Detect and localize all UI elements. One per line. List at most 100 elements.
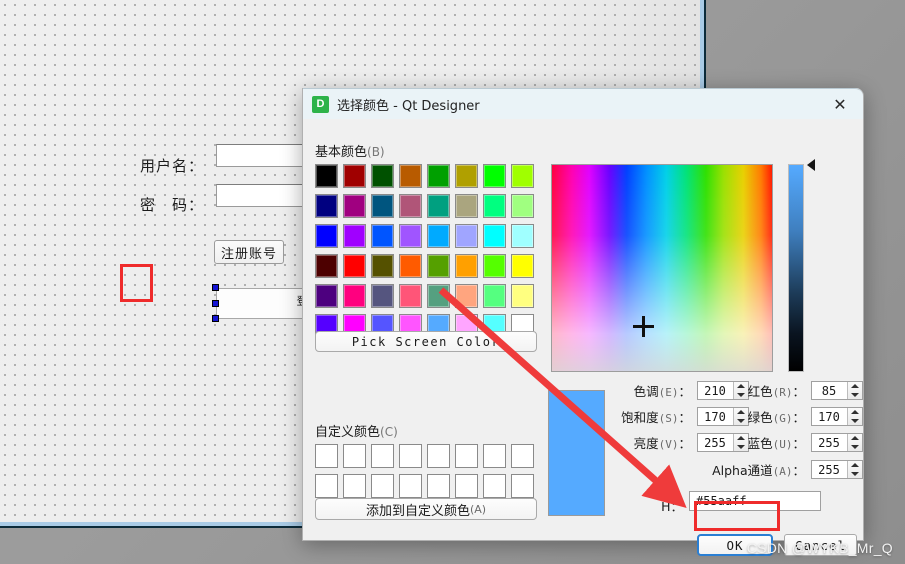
basic-colors-text: 基本颜色 — [315, 145, 368, 160]
basic-color-swatch[interactable] — [315, 254, 338, 278]
color-crosshair-icon[interactable] — [633, 316, 654, 337]
username-label: 用户名： — [140, 157, 205, 175]
basic-color-swatch[interactable] — [483, 164, 506, 188]
basic-color-swatch[interactable] — [427, 254, 450, 278]
red-value: 85 — [821, 383, 837, 398]
alpha-spinbox[interactable]: 255 — [811, 460, 863, 479]
dialog-titlebar[interactable]: D 选择颜色 - Qt Designer ✕ — [303, 88, 863, 119]
basic-color-swatch[interactable] — [511, 254, 534, 278]
custom-color-swatch[interactable] — [315, 474, 338, 498]
resize-handle-top-left[interactable] — [212, 284, 219, 291]
basic-color-swatch[interactable] — [455, 194, 478, 218]
basic-color-swatch[interactable] — [427, 284, 450, 308]
basic-color-swatch[interactable] — [511, 284, 534, 308]
basic-color-swatch[interactable] — [511, 164, 534, 188]
basic-color-swatch[interactable] — [483, 284, 506, 308]
custom-color-swatch[interactable] — [371, 444, 394, 468]
custom-color-swatch[interactable] — [483, 444, 506, 468]
basic-color-swatch[interactable] — [315, 164, 338, 188]
red-stepper[interactable] — [847, 382, 862, 399]
basic-color-swatch[interactable] — [399, 224, 422, 248]
field-hue-label: 色调(E)： — [633, 384, 691, 399]
basic-colors-grid[interactable] — [315, 164, 534, 343]
blue-stepper[interactable] — [847, 434, 862, 451]
custom-color-swatch[interactable] — [399, 474, 422, 498]
red-spinbox[interactable]: 85 — [811, 381, 863, 400]
add-to-custom-colors-button[interactable]: 添加到自定义颜色 (A) — [315, 498, 537, 520]
close-icon[interactable]: ✕ — [817, 89, 863, 120]
green-stepper[interactable] — [847, 408, 862, 425]
resize-handle-middle-left[interactable] — [212, 300, 219, 307]
basic-color-swatch[interactable] — [483, 194, 506, 218]
basic-color-swatch[interactable] — [455, 224, 478, 248]
basic-color-swatch[interactable] — [315, 194, 338, 218]
field-blue: 蓝色(U)： 255 — [733, 433, 863, 452]
selected-widget[interactable]: 登 — [216, 288, 312, 319]
custom-color-swatch[interactable] — [427, 444, 450, 468]
basic-color-swatch[interactable] — [343, 284, 366, 308]
html-label-suffix: ： — [670, 499, 683, 514]
blue-value: 255 — [818, 435, 840, 450]
custom-colors-grid[interactable] — [315, 444, 534, 498]
alpha-stepper[interactable] — [847, 461, 862, 478]
resize-handle-bottom-left[interactable] — [212, 315, 219, 322]
blue-spinbox[interactable]: 255 — [811, 433, 863, 452]
basic-color-swatch[interactable] — [343, 194, 366, 218]
basic-color-swatch[interactable] — [343, 254, 366, 278]
basic-color-swatch[interactable] — [483, 224, 506, 248]
basic-color-swatch[interactable] — [371, 164, 394, 188]
basic-color-swatch[interactable] — [511, 194, 534, 218]
field-saturation-label: 饱和度(S)： — [621, 410, 691, 425]
custom-colors-text: 自定义颜色 — [315, 425, 381, 440]
field-value: 亮度(V)： 255 — [619, 433, 749, 452]
basic-color-swatch[interactable] — [399, 164, 422, 188]
html-color-input[interactable]: #55aaff — [689, 491, 821, 511]
custom-color-swatch[interactable] — [371, 474, 394, 498]
basic-color-swatch[interactable] — [399, 194, 422, 218]
custom-colors-mnemonic: (C) — [380, 425, 398, 439]
custom-color-swatch[interactable] — [315, 444, 338, 468]
custom-color-swatch[interactable] — [399, 444, 422, 468]
basic-color-swatch[interactable] — [455, 164, 478, 188]
basic-color-swatch[interactable] — [315, 284, 338, 308]
basic-color-swatch[interactable] — [371, 194, 394, 218]
basic-color-swatch[interactable] — [371, 254, 394, 278]
basic-color-swatch[interactable] — [371, 224, 394, 248]
basic-colors-label: 基本颜色(B) — [315, 141, 385, 160]
basic-color-swatch[interactable] — [343, 164, 366, 188]
custom-color-swatch[interactable] — [511, 474, 534, 498]
basic-color-swatch[interactable] — [315, 224, 338, 248]
watermark: CSDN @WYKB_Mr_Q — [746, 540, 893, 556]
dialog-title: 选择颜色 - Qt Designer — [337, 98, 480, 114]
basic-color-swatch[interactable] — [427, 164, 450, 188]
custom-color-swatch[interactable] — [343, 444, 366, 468]
password-label: 密 码： — [140, 196, 205, 214]
custom-color-swatch[interactable] — [455, 444, 478, 468]
qt-designer-icon: D — [312, 95, 329, 113]
basic-color-swatch[interactable] — [343, 224, 366, 248]
pick-screen-color-button[interactable]: Pick Screen Color — [315, 331, 537, 352]
custom-color-swatch[interactable] — [483, 474, 506, 498]
value-value: 255 — [704, 435, 726, 450]
basic-color-swatch[interactable] — [371, 284, 394, 308]
basic-color-swatch[interactable] — [399, 254, 422, 278]
dialog-body: 基本颜色(B) Pick Screen Color 自定义颜色(C) 添加到自定… — [303, 119, 863, 556]
custom-color-swatch[interactable] — [427, 474, 450, 498]
basic-color-swatch[interactable] — [399, 284, 422, 308]
field-saturation: 饱和度(S)： 170 — [619, 407, 749, 426]
register-account-button[interactable]: 注册账号 — [214, 240, 284, 264]
value-slider[interactable] — [788, 164, 804, 372]
basic-color-swatch[interactable] — [455, 284, 478, 308]
custom-color-swatch[interactable] — [511, 444, 534, 468]
value-slider-handle-icon[interactable] — [807, 159, 815, 171]
green-spinbox[interactable]: 170 — [811, 407, 863, 426]
basic-color-swatch[interactable] — [427, 224, 450, 248]
custom-color-swatch[interactable] — [455, 474, 478, 498]
custom-color-swatch[interactable] — [343, 474, 366, 498]
saturation-value-field[interactable] — [551, 164, 773, 372]
basic-color-swatch[interactable] — [511, 224, 534, 248]
basic-color-swatch[interactable] — [455, 254, 478, 278]
field-value-label: 亮度(V)： — [633, 436, 691, 451]
basic-color-swatch[interactable] — [427, 194, 450, 218]
basic-color-swatch[interactable] — [483, 254, 506, 278]
